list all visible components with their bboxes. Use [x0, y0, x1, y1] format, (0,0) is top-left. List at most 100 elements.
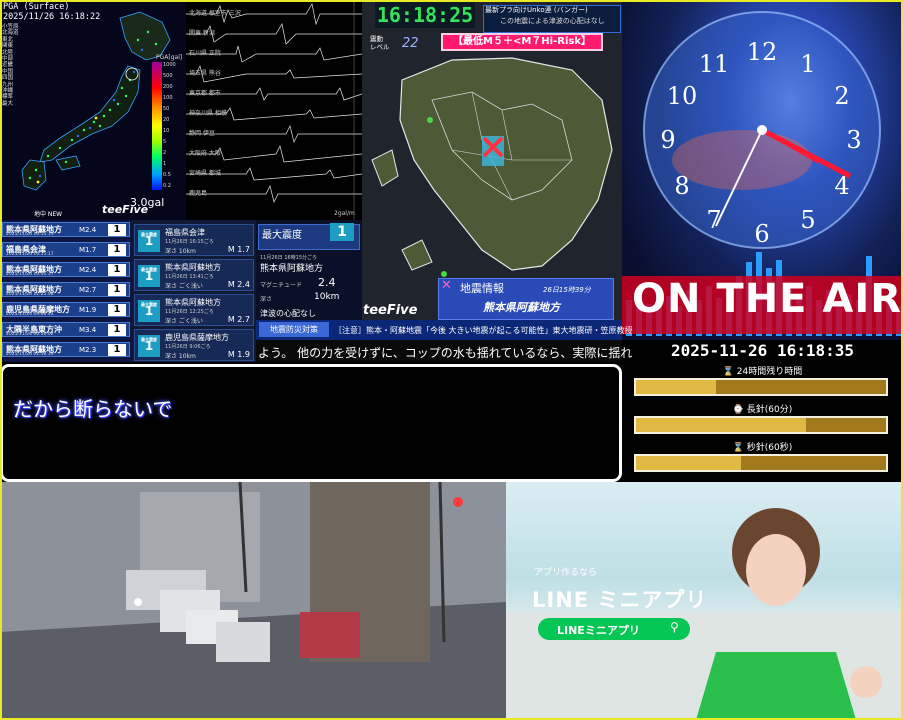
- teefive-logo: teeFive: [363, 303, 418, 318]
- clock-number: 2: [834, 82, 849, 110]
- list-item-date: 2025/11/26 06:56:02: [6, 332, 54, 337]
- pga-scale-tick: 500: [163, 73, 173, 79]
- card-time: 11月26日 12:25ごろ: [165, 309, 214, 315]
- pga-color-legend: [152, 62, 162, 190]
- ticker-headline: ［注意］熊本・阿蘇地震「今後 大きい地震が起こる可能性」東大地震研・笠原教授: [334, 326, 633, 335]
- card-place: 福島県会津: [165, 228, 205, 237]
- waveform-label: 大阪府 大阪: [189, 150, 221, 157]
- list-item[interactable]: 熊本県阿蘇地方 2025/11/26 12:25:08 M2.7 1: [2, 282, 130, 297]
- shaking-level-label: 震動 レベル: [370, 35, 390, 51]
- pga-station-list: 小笠原 北海道 東北 関東 北陸 中部 近畿 中国 四国 九州 沖縄 標準 最大: [2, 24, 32, 107]
- progress-fill: [636, 418, 806, 432]
- list-item-date: 2025/11/26 12:25:08: [6, 292, 54, 297]
- digital-datetime: 2025-11-26 16:18:35: [622, 340, 903, 362]
- tsunami-status: 津波の心配なし: [260, 309, 316, 318]
- quake-card[interactable]: 最大震度 1 熊本県阿蘇地方 11月26日 12:25ごろ 深さ ごく浅い M 2…: [134, 294, 254, 326]
- magnitude-value: 2.4: [318, 276, 336, 289]
- progress-bar-second: [634, 454, 888, 472]
- waveform-panel: 北海道 根室市 三沢 関東 新潟 石川県 正院 埼玉県 熊谷 東京都 都市 神奈…: [186, 0, 362, 220]
- list-item[interactable]: 熊本県阿蘇地方 2025/11/26 01:58:39 M2.3 1: [2, 342, 130, 357]
- quake-card-list: 最大震度 1 福島県会津 11月26日 16:15ごろ 深さ 10km M 1.7…: [132, 220, 256, 362]
- card-time: 11月26日 9:06ごろ: [165, 344, 211, 350]
- card-depth: 深さ ごく浅い: [165, 318, 203, 325]
- max-intensity-title: 最大震度: [262, 230, 302, 241]
- card-intensity-badge: 最大震度 1: [138, 265, 160, 287]
- card-intensity-label: 最大震度: [141, 232, 157, 237]
- station-item: 最大: [2, 100, 14, 107]
- waveform-label: 埼玉県 熊谷: [189, 70, 221, 77]
- clock-number: 6: [754, 220, 769, 248]
- pga-timestamp: 2025/11/26 16:18:22: [3, 12, 101, 22]
- countdown-label-minute: ⌚ 長針(60分): [732, 405, 793, 415]
- card-intensity-label: 最大震度: [141, 267, 157, 272]
- list-item-magnitude: M1.9: [79, 306, 97, 314]
- list-item-date: 2025/11/26 01:58:39: [6, 352, 54, 357]
- search-icon: ⚲: [670, 620, 679, 634]
- intensity-list-header: 地中 NEW: [34, 211, 63, 218]
- list-item-intensity: 1: [108, 344, 126, 356]
- list-item-intensity: 1: [108, 324, 126, 336]
- risk-banner: 【最低M５＋<M７Hi-Risk】: [441, 33, 603, 51]
- pga-scale-tick: 200: [163, 84, 173, 90]
- list-item-date: 2025/11/26 09:06:44: [6, 312, 54, 317]
- pga-scale-tick: 2: [163, 150, 167, 156]
- countdown-panel: ⌛ 24時間残り時間 ⌚ 長針(60分) ⌛ 秒針(60秒): [622, 362, 903, 480]
- list-item-intensity: 1: [108, 284, 126, 296]
- depth-value: 10km: [314, 292, 340, 302]
- list-item-intensity: 1: [108, 224, 126, 236]
- card-depth: 深さ 10km: [165, 353, 196, 360]
- progress-fill: [636, 456, 741, 470]
- list-item-magnitude: M2.7: [79, 286, 97, 294]
- card-depth: 深さ ごく浅い: [165, 283, 203, 290]
- pga-header: PGA (Surface) 2025/11/26 16:18:22: [3, 2, 100, 22]
- list-item-date: 2025/11/26 13:41:37: [6, 272, 54, 277]
- max-intensity-value: 1: [330, 223, 354, 241]
- card-intensity-badge: 最大震度 1: [138, 335, 160, 357]
- list-item-magnitude: M2.4: [79, 226, 97, 234]
- channel-title: 最新プラ向けUnko連 (バンガー): [485, 6, 588, 14]
- list-item[interactable]: 鹿児島県薩摩地方 2025/11/26 09:06:44 M1.9 1: [2, 302, 130, 317]
- street-scene: [0, 482, 506, 720]
- card-time: 11月26日 13:41ごろ: [165, 274, 214, 280]
- pga-title: PGA (Surface): [3, 2, 70, 12]
- clock-number: 1: [800, 50, 815, 78]
- street-camera-feed: [0, 482, 506, 720]
- waveform-label: 鹿児島: [189, 190, 208, 197]
- pga-map-panel: PGA (Surface) 2025/11/26 16:18:22 小笠原 北海…: [0, 0, 186, 220]
- card-intensity-label: 最大震度: [141, 302, 157, 307]
- card-magnitude: M 2.7: [227, 315, 250, 324]
- subtitle-box: [0, 364, 622, 482]
- quake-card[interactable]: 最大震度 1 熊本県阿蘇地方 11月26日 13:41ごろ 深さ ごく浅い M 2…: [134, 259, 254, 291]
- ad-cta-label: LINEミニアプリ: [557, 624, 640, 637]
- list-item-date: 2025/11/26 16:15:17: [6, 252, 54, 257]
- clock-number: 5: [800, 206, 815, 234]
- pga-scale-tick: 0.5: [163, 172, 171, 178]
- card-intensity-badge: 最大震度 1: [138, 230, 160, 252]
- quake-card[interactable]: 最大震度 1 鹿児島県薩摩地方 11月26日 9:06ごろ 深さ 10km M 1…: [134, 329, 254, 361]
- list-item[interactable]: 福島県会津 2025/11/26 16:15:17 M1.7 1: [2, 242, 130, 257]
- epicenter-icon: ✕: [441, 278, 452, 293]
- pga-scale-tick: 10: [163, 128, 170, 134]
- list-item[interactable]: 熊本県阿蘇地方 2025/11/26 16:15:19 M2.4 1: [2, 222, 130, 237]
- quake-card[interactable]: 最大震度 1 福島県会津 11月26日 16:15ごろ 深さ 10km M 1.7: [134, 224, 254, 256]
- quake-info-title: 地震情報: [460, 282, 504, 295]
- max-intensity-time: 11月26日 16時15分ごろ: [260, 255, 318, 261]
- card-place: 鹿児島県薩摩地方: [165, 333, 229, 342]
- list-item-intensity: 1: [108, 244, 126, 256]
- list-item-magnitude: M1.7: [79, 246, 97, 254]
- list-item[interactable]: 大隅半島東方沖 2025/11/26 06:56:02 M3.4 1: [2, 322, 130, 337]
- countdown-label-24h: ⌛ 24時間残り時間: [722, 367, 803, 377]
- pga-scale-tick: 0.2: [163, 183, 171, 189]
- list-item-magnitude: M2.3: [79, 346, 97, 354]
- pga-scale-tick: 1: [163, 161, 167, 167]
- teefive-logo: teeFive: [102, 203, 149, 216]
- pga-scale-tick: 1000: [163, 62, 176, 68]
- waveform-label: 関東 新潟: [189, 30, 215, 37]
- list-item[interactable]: 熊本県阿蘇地方 2025/11/26 13:41:37 M2.4 1: [2, 262, 130, 277]
- waveform-label: 石川県 正院: [189, 50, 221, 57]
- waveform-label: 神奈川県 相模: [189, 110, 227, 117]
- subtitle-text: だから断らないで: [13, 397, 173, 421]
- list-item-intensity: 1: [108, 264, 126, 276]
- card-place: 熊本県阿蘇地方: [165, 298, 221, 307]
- pga-scale-tick: 50: [163, 106, 170, 112]
